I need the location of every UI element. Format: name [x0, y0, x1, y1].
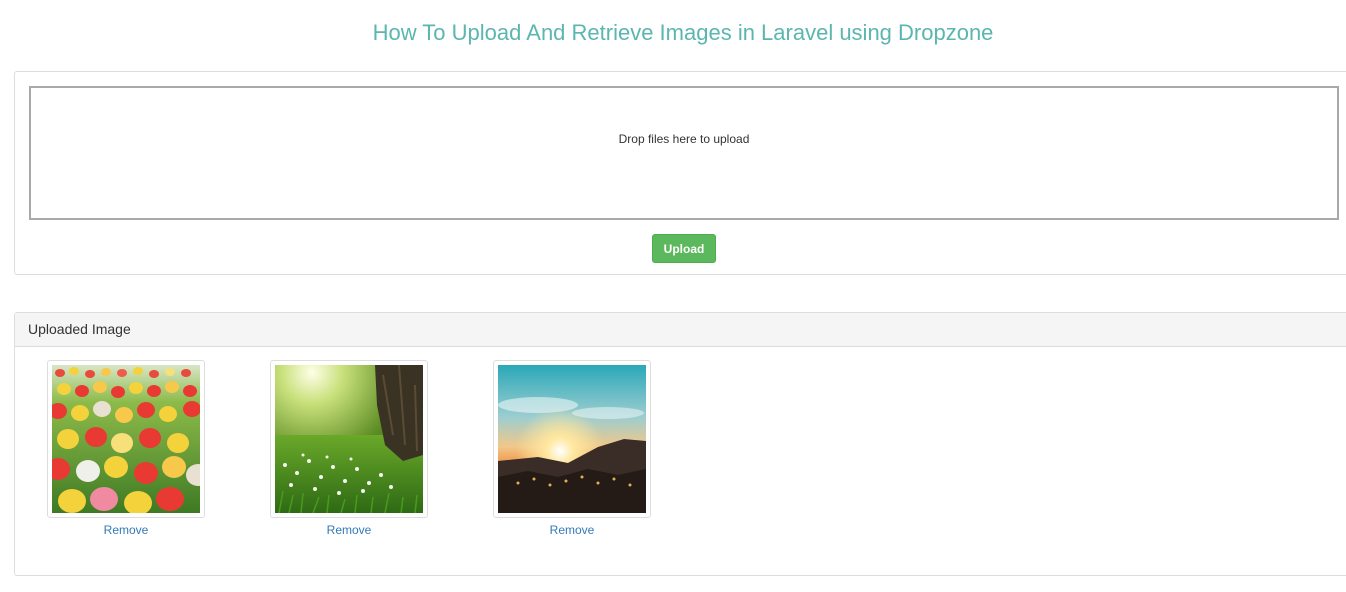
thumbnail-frame [493, 360, 651, 518]
mountain-sunset-photo [498, 365, 646, 513]
remove-image-link[interactable]: Remove [47, 523, 205, 537]
forest-meadow-photo [275, 365, 423, 513]
image-thumbnail-card: Remove [493, 360, 651, 537]
remove-image-link[interactable]: Remove [493, 523, 651, 537]
thumbnail-frame [47, 360, 205, 518]
image-thumbnail-card: Remove [47, 360, 205, 537]
uploaded-images-panel: Uploaded Image Remove Remove Remove [14, 312, 1346, 576]
tulip-field-photo [52, 365, 200, 513]
page-title: How To Upload And Retrieve Images in Lar… [372, 20, 994, 45]
upload-panel: Drop files here to upload Upload [14, 71, 1346, 275]
gallery-heading: Uploaded Image [15, 313, 1346, 347]
thumbnail-frame [270, 360, 428, 518]
image-thumbnail-card: Remove [270, 360, 428, 537]
remove-image-link[interactable]: Remove [270, 523, 428, 537]
dropzone-area[interactable]: Drop files here to upload [29, 86, 1339, 220]
upload-button[interactable]: Upload [652, 234, 716, 263]
dropzone-message: Drop files here to upload [618, 132, 750, 146]
